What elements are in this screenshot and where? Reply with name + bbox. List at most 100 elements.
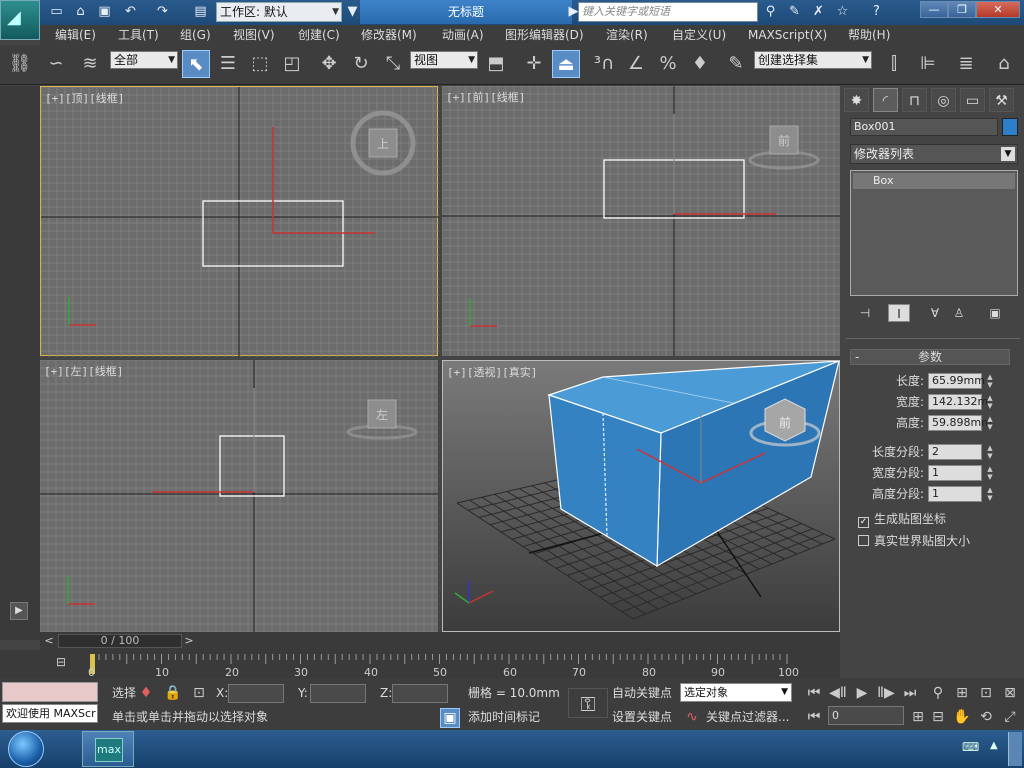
auto-key-button[interactable]: 自动关键点 xyxy=(612,684,672,702)
zoom-extents-icon[interactable]: ⊡ xyxy=(976,684,996,702)
star-icon[interactable]: ☆ xyxy=(834,4,851,20)
time-next-icon[interactable]: > xyxy=(182,634,196,648)
menu-maxscript[interactable]: MAXScript(X) xyxy=(748,25,827,45)
object-color-swatch[interactable] xyxy=(1002,118,1018,136)
layer-manager-icon[interactable]: ≣ xyxy=(952,50,980,78)
manipulate-icon[interactable]: ✛ xyxy=(520,50,548,78)
box-left-outline[interactable] xyxy=(219,435,285,497)
mirror-icon[interactable]: ⫿ xyxy=(880,50,908,78)
play-icon[interactable]: ▶ xyxy=(852,684,872,702)
param-height-input[interactable]: 59.898mm xyxy=(928,415,992,431)
keyboard-shortcut-icon[interactable]: ⏏ xyxy=(552,50,580,78)
time-slider-thumb[interactable]: 0 / 100 xyxy=(58,634,182,648)
angle-snap-icon[interactable]: ∠ xyxy=(622,50,650,78)
save-icon[interactable]: ▣ xyxy=(96,4,113,20)
param-width-spinner[interactable]: ▲ ▼ xyxy=(985,394,995,410)
tab-hierarchy-icon[interactable]: ⊓ xyxy=(902,88,927,112)
maxscript-listener-mini[interactable] xyxy=(2,682,98,702)
x-coord-input[interactable] xyxy=(228,684,284,703)
viewport-front-label[interactable]: [+][前][线框] xyxy=(446,89,525,105)
set-key-button[interactable]: 设置关键点 xyxy=(612,708,672,726)
menu-group[interactable]: 组(G) xyxy=(180,25,211,45)
expand-panel-icon[interactable]: ▶ xyxy=(10,602,28,620)
tab-modify-icon[interactable]: ◜ xyxy=(873,88,898,112)
go-to-end-icon[interactable]: ⏭ xyxy=(900,684,920,702)
time-prev-icon[interactable]: < xyxy=(42,634,56,648)
align-icon[interactable]: ⊫ xyxy=(914,50,942,78)
show-desktop-button[interactable] xyxy=(1008,732,1022,766)
bind-spacewarp-icon[interactable]: ≋ xyxy=(76,50,104,78)
real-world-checkbox[interactable]: 真实世界贴图大小 xyxy=(858,533,1008,549)
seg-length-spinner[interactable]: ▲ ▼ xyxy=(985,444,995,460)
key-filters-button[interactable]: 关键点过滤器... xyxy=(706,708,789,726)
show-end-result-icon[interactable]: Ⅰ xyxy=(888,304,910,322)
viewport-top[interactable]: 上 [+][顶][线框] xyxy=(40,86,439,357)
menu-tools[interactable]: 工具(T) xyxy=(118,25,159,45)
tab-utilities-icon[interactable]: ⚒ xyxy=(989,88,1014,112)
wrench-icon[interactable]: ✎ xyxy=(786,4,803,20)
help-icon[interactable]: ? xyxy=(868,4,885,20)
seg-height-input[interactable]: 1 xyxy=(928,486,982,502)
project-folder-icon[interactable]: ▤ xyxy=(192,4,209,20)
field-of-view-icon[interactable]: ⊟ xyxy=(928,708,948,726)
tab-motion-icon[interactable]: ◎ xyxy=(931,88,956,112)
parameters-rollout-header[interactable]: - 参数 xyxy=(850,349,1010,365)
modifier-stack[interactable]: Box xyxy=(850,170,1018,296)
named-selection-dropdown[interactable]: 创建选择集 ▼ xyxy=(754,51,872,69)
edit-named-sel-icon[interactable]: ✎ xyxy=(722,50,750,78)
viewport-perspective[interactable]: 前 [+][透视][真实] xyxy=(442,360,840,632)
menu-customize[interactable]: 自定义(U) xyxy=(672,25,726,45)
maximize-viewport-icon[interactable]: ⤢ xyxy=(1000,708,1020,726)
isolate-selection-icon[interactable]: ♦ xyxy=(138,684,154,702)
rotate-icon[interactable]: ↻ xyxy=(347,50,375,78)
tab-display-icon[interactable]: ▭ xyxy=(960,88,985,112)
make-unique-icon[interactable]: ∀ xyxy=(924,304,946,322)
maximize-button[interactable]: ❐ xyxy=(948,1,976,18)
select-object-icon[interactable]: ⬉ xyxy=(182,50,210,78)
select-by-name-icon[interactable]: ☰ xyxy=(214,50,242,78)
percent-snap-icon[interactable]: % xyxy=(654,50,682,78)
current-frame-input[interactable]: 0 xyxy=(828,706,904,725)
new-file-icon[interactable]: ▭ xyxy=(48,4,65,20)
orbit-icon[interactable]: ⟲ xyxy=(976,708,996,726)
pin-stack-icon[interactable]: ⊣ xyxy=(854,304,876,322)
zoom-extents-all-icon[interactable]: ⊠ xyxy=(1000,684,1020,702)
keyboard-tray-icon[interactable]: ⌨ xyxy=(962,740,982,756)
close-button[interactable]: ✕ xyxy=(976,1,1020,18)
move-icon[interactable]: ✥ xyxy=(315,50,343,78)
start-button[interactable] xyxy=(8,731,44,767)
modifier-list-dropdown[interactable]: 修改器列表 ▼ xyxy=(850,144,1018,164)
spinner-snap-icon[interactable]: ♦ xyxy=(686,50,714,78)
seg-width-input[interactable]: 1 xyxy=(928,465,982,481)
workspace-arrow-icon[interactable]: ▼ xyxy=(344,4,361,20)
zoom-all-icon[interactable]: ⊞ xyxy=(952,684,972,702)
viewport-top-label[interactable]: [+][顶][线框] xyxy=(45,90,124,106)
taskbar-3dsmax-app[interactable]: max xyxy=(82,731,134,767)
unlink-icon[interactable]: ∽ xyxy=(42,50,70,78)
key-target-dropdown[interactable]: 选定对象 ▼ xyxy=(680,683,792,702)
tray-expand-icon[interactable]: ▲ xyxy=(990,740,1004,756)
param-width-input[interactable]: 142.132m xyxy=(928,394,988,410)
maxscript-welcome-field[interactable]: 欢迎使用 MAXScr xyxy=(2,704,98,723)
redo-icon[interactable]: ↷ xyxy=(154,4,171,20)
remove-modifier-icon[interactable]: ♙ xyxy=(948,304,970,322)
seg-width-spinner[interactable]: ▲ ▼ xyxy=(985,465,995,481)
menu-create[interactable]: 创建(C) xyxy=(298,25,340,45)
pan-hand-icon[interactable]: ✋ xyxy=(952,708,972,726)
selection-filter-dropdown[interactable]: 全部 ▼ xyxy=(110,51,178,69)
render-setup-icon[interactable]: ⌂ xyxy=(990,50,1018,78)
key-mode-icon[interactable]: ⏮ xyxy=(804,708,824,726)
viewport-persp-label[interactable]: [+][透视][真实] xyxy=(447,364,537,380)
seg-length-input[interactable]: 2 xyxy=(928,444,982,460)
viewport-left-label[interactable]: [+][左][线框] xyxy=(44,363,123,379)
y-coord-input[interactable] xyxy=(310,684,366,703)
go-to-start-icon[interactable]: ⏮ xyxy=(804,684,824,702)
stack-item-box[interactable]: Box xyxy=(853,173,1015,189)
menu-views[interactable]: 视图(V) xyxy=(233,25,275,45)
next-frame-icon[interactable]: Ⅱ▶ xyxy=(876,684,896,702)
seg-height-spinner[interactable]: ▲ ▼ xyxy=(985,486,995,502)
menu-rendering[interactable]: 渲染(R) xyxy=(606,25,648,45)
binoculars-icon[interactable]: ⚲ xyxy=(762,4,779,20)
key-icon[interactable]: ⚿ xyxy=(568,688,608,718)
menu-help[interactable]: 帮助(H) xyxy=(848,25,890,45)
